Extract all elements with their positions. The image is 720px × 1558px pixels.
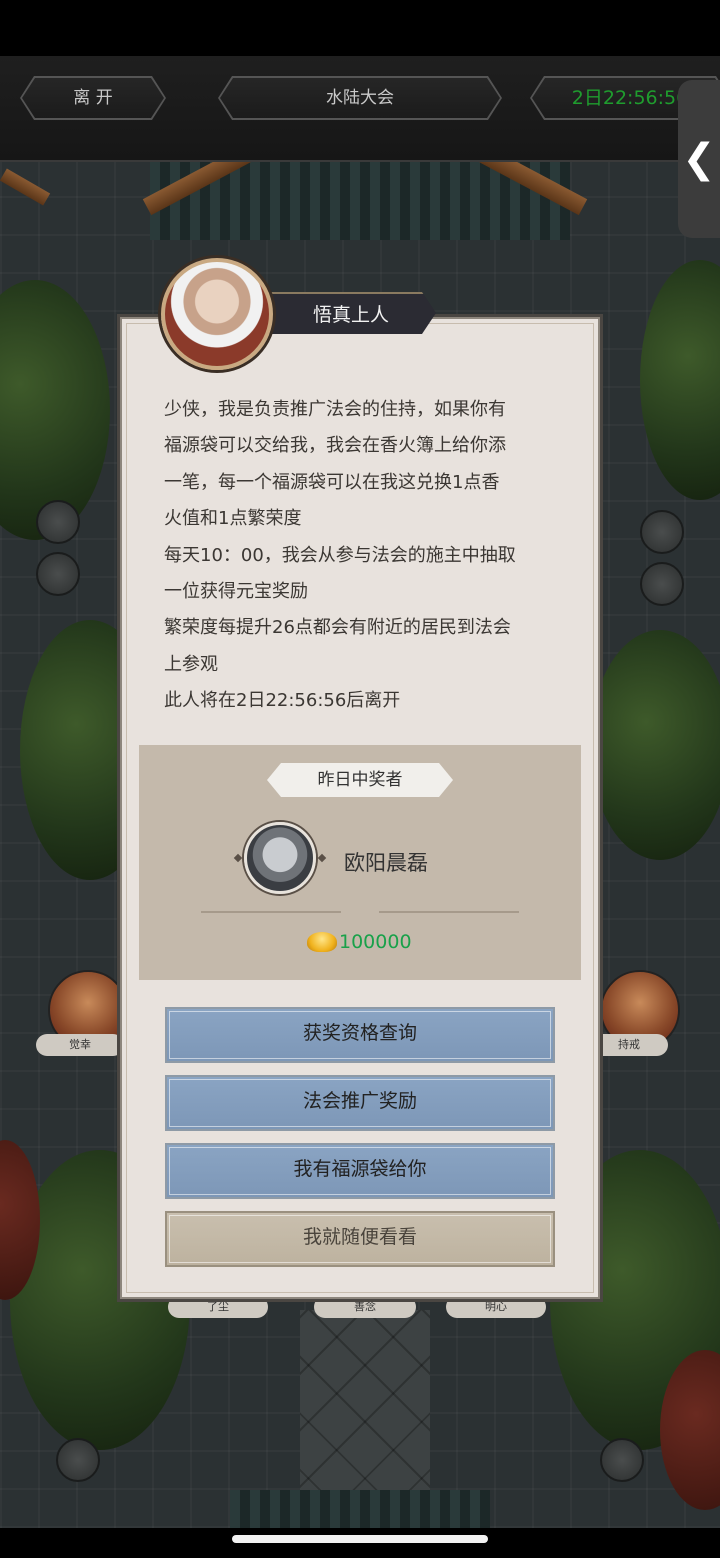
chevron-left-icon: ❮ — [682, 136, 716, 182]
gate-roof — [230, 1490, 490, 1528]
description-line: 福源袋可以交给我，我会在香火簿上给你添 — [164, 435, 506, 457]
event-title-banner: 水陆大会 — [218, 76, 502, 120]
countdown-timer: 2日22:56:56 — [571, 87, 689, 109]
stone-drum — [640, 562, 684, 606]
description-line: 一位获得元宝奖励 — [164, 581, 308, 603]
side-panel-toggle[interactable]: ❮ — [678, 80, 720, 238]
leave-button-label: 离 开 — [73, 88, 113, 108]
yesterday-winner-panel: 昨日中奖者 欧阳晨磊 100000 — [139, 745, 581, 980]
stone-drum — [640, 510, 684, 554]
description-line: 每天10：00，我会从参与法会的施主中抽取 — [164, 544, 516, 566]
stone-drum — [600, 1438, 644, 1482]
gold-ingot-icon — [307, 932, 337, 952]
npc-name-tag: 觉幸 — [36, 1034, 124, 1056]
eligibility-query-button[interactable]: 获奖资格查询 — [165, 1007, 555, 1063]
stone-drum — [36, 552, 80, 596]
stone-drum — [56, 1438, 100, 1482]
winner-section-title: 昨日中奖者 — [267, 763, 453, 797]
npc-avatar — [161, 258, 273, 370]
description-line: 火值和1点繁荣度 — [164, 508, 302, 530]
npc-description: 少侠，我是负责推广法会的住持，如果你有 福源袋可以交给我，我会在香火簿上给你添 … — [164, 392, 556, 720]
description-line: 一笔，每一个福源袋可以在我这兑换1点香 — [164, 471, 500, 493]
description-line: 少侠，我是负责推广法会的住持，如果你有 — [164, 399, 506, 420]
top-bar: 离 开 水陆大会 2日22:56:56 — [0, 56, 720, 162]
home-indicator[interactable] — [232, 1535, 488, 1543]
description-line: 繁荣度每提升26点都会有附近的居民到法会 — [164, 617, 511, 639]
roof-beam-far-left — [0, 168, 51, 206]
just-browsing-button[interactable]: 我就随便看看 — [165, 1211, 555, 1267]
winner-avatar[interactable] — [244, 822, 316, 894]
ornament-divider-left — [201, 911, 341, 913]
ornament-divider-right — [379, 911, 519, 913]
event-title: 水陆大会 — [326, 88, 394, 108]
winner-name: 欧阳晨磊 — [344, 851, 428, 875]
departure-notice: 此人将在2日22:56:56后离开 — [164, 690, 401, 712]
stone-drum — [36, 500, 80, 544]
winner-reward: 100000 — [307, 929, 412, 955]
promotion-reward-button[interactable]: 法会推广奖励 — [165, 1075, 555, 1131]
leave-button[interactable]: 离 开 — [20, 76, 166, 120]
reward-amount: 100000 — [339, 931, 412, 953]
description-line: 上参观 — [164, 653, 218, 675]
give-blessing-bag-button[interactable]: 我有福源袋给你 — [165, 1143, 555, 1199]
npc-name-plate: 悟真上人 — [266, 292, 436, 334]
tree — [640, 260, 720, 500]
tree — [590, 630, 720, 860]
